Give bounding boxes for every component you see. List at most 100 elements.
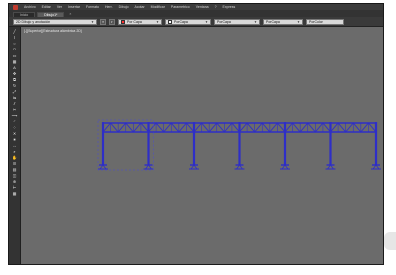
layer-properties-icon[interactable]: ≡ <box>100 18 106 25</box>
truss-diagonal <box>178 122 187 133</box>
draw-modify-toolbar: ╱ ⌇ ○ ◠ ▭ ▦ A ✥ ⧉ ↻ ⤢ ⇋ ⫽ ✂ ⟶ ◜ ⁘ ✕ ✷ ↔ ⌕ ✋ ☰ ▤ ◫ ⊕ ⊢ ▦ <box>9 27 21 264</box>
menu-formato[interactable]: Formato <box>86 5 99 9</box>
menu-ayuda[interactable]: ? <box>215 5 217 9</box>
truss-diagonal <box>102 122 111 133</box>
line-icon[interactable]: ╱ <box>10 29 19 34</box>
plotstyle-select-value: PorColor <box>309 19 323 24</box>
truss-diagonal <box>186 122 195 133</box>
truss-diagonal <box>277 122 286 133</box>
portal-frame-drawing <box>97 119 381 171</box>
insert-icon[interactable]: ⊕ <box>10 179 19 184</box>
truss-diagonal <box>231 122 240 133</box>
trim-icon[interactable]: ✂ <box>10 107 19 112</box>
truss-diagonal <box>246 122 256 133</box>
chevron-down-icon: ▼ <box>156 19 159 24</box>
menu-parametrico[interactable]: Parametrico <box>171 5 190 9</box>
lineweight-select-value: PorCapa <box>266 19 280 24</box>
menu-archivo[interactable]: Archivo <box>24 5 36 9</box>
cad-application-window: Archivo Editar Ver Insertar Formato Herr… <box>8 3 384 265</box>
move-icon[interactable]: ✥ <box>10 71 19 76</box>
menu-dibujo[interactable]: Dibujo <box>119 5 129 9</box>
drawing-viewport[interactable]: [-][Superior][Estructura alámbrica 2D] <box>21 27 383 264</box>
app-logo-icon[interactable] <box>13 4 18 10</box>
rectangle-icon[interactable]: ▭ <box>10 53 19 58</box>
truss-diagonal <box>110 122 119 133</box>
truss-diagonal <box>193 122 202 133</box>
color-swatch <box>168 19 172 24</box>
truss-diagonal <box>254 122 263 133</box>
layer-color-swatch <box>121 19 125 24</box>
truss-diagonal <box>284 122 293 133</box>
truss-diagonal <box>223 122 233 133</box>
layer-select-value: Por Capa <box>127 19 142 24</box>
truss-diagonal <box>299 122 309 133</box>
plotstyle-select[interactable]: PorColor <box>306 18 344 25</box>
menu-express[interactable]: Express <box>223 5 236 9</box>
layer-icon[interactable]: ☰ <box>10 161 19 166</box>
truss-diagonal <box>216 122 225 133</box>
linetype-select-value: PorCapa <box>217 19 231 24</box>
zoom-icon[interactable]: ⌕ <box>10 149 19 154</box>
copy-icon[interactable]: ⧉ <box>10 77 19 82</box>
truss-diagonal <box>368 122 377 133</box>
chevron-down-icon: ▼ <box>91 19 94 24</box>
truss-diagonal <box>292 122 301 133</box>
fillet-icon[interactable]: ◜ <box>10 119 19 124</box>
workspace-select-value: 2D Dibujo y anotación <box>16 19 51 24</box>
truss-diagonal <box>163 122 172 133</box>
linetype-select[interactable]: PorCapa ▼ <box>214 18 260 25</box>
menu-editar[interactable]: Editar <box>42 5 51 9</box>
chevron-down-icon: ▼ <box>297 19 300 24</box>
truss-diagonal <box>352 122 362 133</box>
arc-icon[interactable]: ◠ <box>10 47 19 52</box>
truss-diagonal <box>322 122 331 133</box>
measure-icon[interactable]: ⊢ <box>10 185 19 190</box>
array-icon[interactable]: ⁘ <box>10 125 19 130</box>
truss-diagonal <box>330 122 339 133</box>
menu-herramientas[interactable]: Herr. <box>105 5 113 9</box>
erase-icon[interactable]: ✕ <box>10 131 19 136</box>
file-tab-bar: Inicio Dibujo1* × <box>9 10 383 17</box>
truss-diagonal <box>360 122 369 133</box>
text-icon[interactable]: A <box>10 65 19 70</box>
mirror-icon[interactable]: ⇋ <box>10 95 19 100</box>
truss-diagonal <box>148 122 157 133</box>
menu-ver[interactable]: Ver <box>57 5 62 9</box>
truss-diagonal <box>261 122 271 133</box>
truss-diagonal <box>269 122 278 133</box>
explode-icon[interactable]: ✷ <box>10 137 19 142</box>
truss-diagonal <box>208 122 218 133</box>
properties-toolbar: 2D Dibujo y anotación ▼ ≡ ◐ Por Capa ▼ P… <box>9 17 383 27</box>
layer-state-icon[interactable]: ◐ <box>109 18 115 25</box>
hatch-icon[interactable]: ▦ <box>10 59 19 64</box>
menu-insertar[interactable]: Insertar <box>68 5 80 9</box>
menu-acotar[interactable]: Acotar <box>135 5 145 9</box>
truss-diagonal <box>170 122 180 133</box>
offset-icon[interactable]: ⫽ <box>10 101 19 106</box>
truss-diagonal <box>337 122 347 133</box>
truss-diagonal <box>314 122 324 133</box>
menu-ventana[interactable]: Ventana <box>196 5 209 9</box>
polyline-icon[interactable]: ⌇ <box>10 35 19 40</box>
scale-icon[interactable]: ⤢ <box>10 89 19 94</box>
color-select-value: PorCapa <box>174 19 188 24</box>
workspace-select[interactable]: 2D Dibujo y anotación ▼ <box>13 18 97 25</box>
layer-select[interactable]: Por Capa ▼ <box>118 18 162 25</box>
block-icon[interactable]: ◫ <box>10 173 19 178</box>
truss-diagonal <box>155 122 165 133</box>
truss-diagonal <box>125 122 134 133</box>
circle-icon[interactable]: ○ <box>10 41 19 46</box>
menu-modificar[interactable]: Modificar <box>151 5 165 9</box>
lineweight-select[interactable]: PorCapa ▼ <box>263 18 303 25</box>
rotate-icon[interactable]: ↻ <box>10 83 19 88</box>
chevron-down-icon: ▼ <box>205 19 208 24</box>
truss-diagonal <box>307 122 316 133</box>
dimension-icon[interactable]: ↔ <box>10 143 19 148</box>
color-select[interactable]: PorCapa ▼ <box>165 18 211 25</box>
extend-icon[interactable]: ⟶ <box>10 113 19 118</box>
truss-diagonal <box>132 122 142 133</box>
truss-diagonal <box>117 122 127 133</box>
table-icon[interactable]: ▦ <box>10 191 19 196</box>
pan-icon[interactable]: ✋ <box>10 155 19 160</box>
properties-icon[interactable]: ▤ <box>10 167 19 172</box>
